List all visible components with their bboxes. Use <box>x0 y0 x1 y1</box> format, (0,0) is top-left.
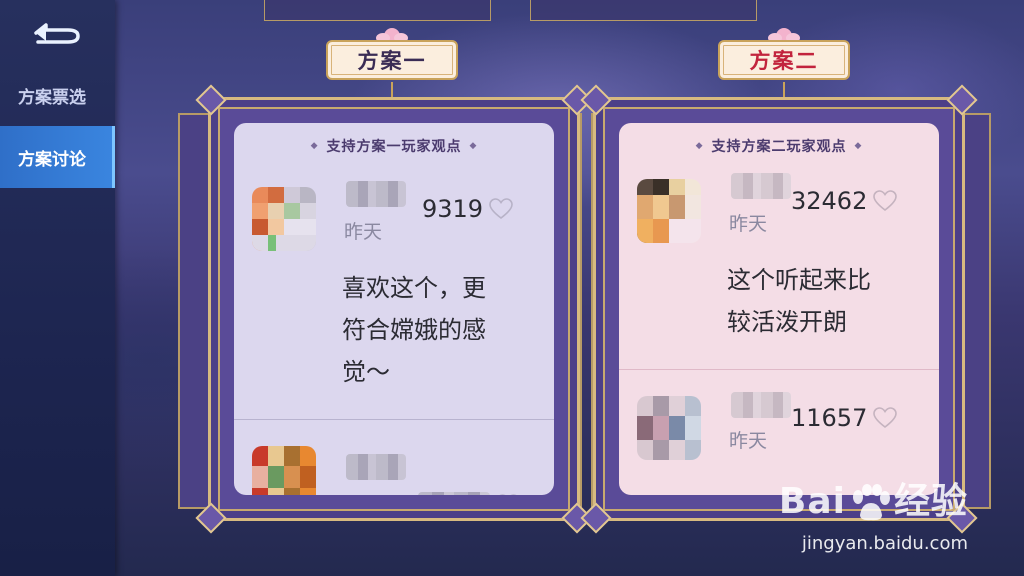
top-decoration-left <box>264 0 491 21</box>
comment-list[interactable]: ◆ 支持方案一玩家观点 ◆ 昨天 9319 喜欢这个，更 符合嫦娥的感 觉～ <box>234 123 554 495</box>
like-count-mosaic <box>418 492 490 495</box>
avatar <box>252 446 316 495</box>
card-header: ◆ 支持方案二玩家观点 ◆ <box>619 123 939 169</box>
heart-outline-icon[interactable] <box>496 494 520 495</box>
comment-time: 昨天 <box>344 221 383 243</box>
like-count: 32462 <box>791 187 868 215</box>
like-counter: 11657 <box>791 404 898 432</box>
plan-one-panel: ◆ 支持方案一玩家观点 ◆ 昨天 9319 喜欢这个，更 符合嫦娥的感 觉～ <box>178 84 593 534</box>
comment-line: 符合嫦娥的感 <box>342 316 486 344</box>
like-counter: 9319 <box>422 195 513 223</box>
sidebar-item-label: 方案讨论 <box>18 149 86 170</box>
banner-tassel <box>783 82 785 98</box>
like-counter: 32462 <box>791 187 898 215</box>
back-arrow-icon <box>34 23 80 44</box>
plan-one-banner: 方案一 <box>318 28 466 98</box>
like-count: 9319 <box>422 195 484 223</box>
username-mosaic <box>346 454 406 480</box>
comment-item: 昨天 32462 这个听起来比 较活泼开朗 <box>619 169 939 369</box>
diamond-icon: ◆ <box>310 141 319 151</box>
avatar <box>637 396 701 460</box>
avatar <box>637 179 701 243</box>
baidu-watermark: Bai 经验 <box>779 472 968 524</box>
comment-line: 喜欢这个，更 <box>342 274 486 302</box>
top-decoration-right <box>530 0 757 21</box>
comment-line: 觉～ <box>342 358 390 386</box>
card-header-label: 支持方案一玩家观点 <box>326 139 462 155</box>
sidebar: 方案票选 方案讨论 <box>0 0 115 576</box>
comment-item <box>234 420 554 495</box>
comment-time: 昨天 <box>729 430 768 452</box>
watermark-brand-right: 经验 <box>893 481 968 522</box>
comment-list[interactable]: ◆ 支持方案二玩家观点 ◆ 昨天 32462 这个听起来比 较活泼开朗 昨天 1… <box>619 123 939 495</box>
comment-time: 昨天 <box>729 213 768 235</box>
heart-outline-icon[interactable] <box>873 190 898 212</box>
paw-icon <box>852 484 890 521</box>
heart-outline-icon[interactable] <box>873 407 898 429</box>
comment-line: 这个听起来比 <box>727 266 871 294</box>
username-mosaic <box>731 173 791 199</box>
diamond-icon: ◆ <box>695 141 704 151</box>
watermark-brand-left: Bai <box>778 481 846 522</box>
sidebar-item-vote[interactable]: 方案票选 <box>0 64 115 126</box>
comment-text: 这个听起来比 较活泼开朗 <box>727 259 907 343</box>
comment-item: 昨天 9319 喜欢这个，更 符合嫦娥的感 觉～ <box>234 169 554 419</box>
like-count: 11657 <box>791 404 868 432</box>
sidebar-item-discussion[interactable]: 方案讨论 <box>0 126 115 188</box>
card-header-label: 支持方案二玩家观点 <box>711 139 847 155</box>
diamond-icon: ◆ <box>854 141 863 151</box>
username-mosaic <box>731 392 791 418</box>
comment-text: 喜欢这个，更 符合嫦娥的感 觉～ <box>342 267 522 393</box>
diamond-icon: ◆ <box>469 141 478 151</box>
username-mosaic <box>346 181 406 207</box>
sidebar-item-label: 方案票选 <box>18 87 86 108</box>
comment-line: 较活泼开朗 <box>727 308 847 336</box>
plan-two-banner: 方案二 <box>710 28 858 98</box>
plan-two-title: 方案二 <box>718 40 850 80</box>
card-header: ◆ 支持方案一玩家观点 ◆ <box>234 123 554 169</box>
banner-tassel <box>391 82 393 98</box>
plan-two-panel: ◆ 支持方案二玩家观点 ◆ 昨天 32462 这个听起来比 较活泼开朗 昨天 1… <box>580 84 991 534</box>
avatar <box>252 187 316 251</box>
back-button[interactable] <box>28 18 84 48</box>
plan-one-title: 方案一 <box>326 40 458 80</box>
heart-outline-icon[interactable] <box>489 198 513 220</box>
watermark-url: jingyan.baidu.com <box>801 533 968 554</box>
